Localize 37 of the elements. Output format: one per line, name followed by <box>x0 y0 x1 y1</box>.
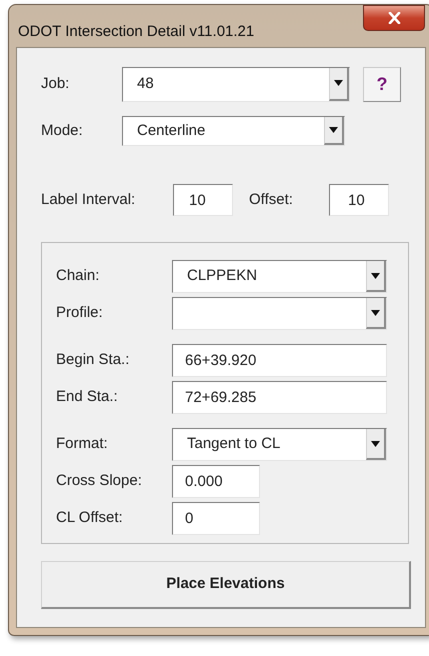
field-label: Profile: <box>56 303 104 324</box>
caret-icon <box>371 310 380 316</box>
field-label: Begin Sta.: <box>56 350 130 370</box>
text-field[interactable]: 0.000 <box>172 465 260 498</box>
field-label: Cross Slope: <box>56 471 143 492</box>
job-label: Job: <box>41 74 70 94</box>
offset-label: Offset: <box>249 190 294 210</box>
close-button[interactable] <box>363 5 425 31</box>
dropdown-button[interactable] <box>366 429 386 460</box>
dropdown-button[interactable] <box>329 68 349 100</box>
dropdown-button[interactable] <box>366 298 386 329</box>
caret-icon <box>329 127 338 133</box>
caret-icon <box>371 440 380 446</box>
close-icon <box>388 12 400 24</box>
dropdown-button[interactable] <box>324 117 344 145</box>
dropdown-field[interactable]: Tangent to CL <box>172 428 387 461</box>
label-interval-field[interactable]: 10 <box>173 184 233 216</box>
text-field[interactable]: 72+69.285 <box>172 381 387 414</box>
place-elevations-button[interactable]: Place Elevations <box>41 561 411 609</box>
field-label: CL Offset: <box>56 508 124 528</box>
field-label: Chain: <box>56 266 100 286</box>
caret-icon <box>371 272 380 278</box>
dropdown-field[interactable] <box>172 297 387 330</box>
dropdown-button[interactable] <box>366 261 386 292</box>
window-title: ODOT Intersection Detail v11.01.21 <box>18 22 254 42</box>
mode-label: Mode: <box>41 120 84 141</box>
text-field[interactable]: 0 <box>172 502 260 535</box>
offset-field[interactable]: 10 <box>329 184 389 216</box>
label-interval-label: Label Interval: <box>41 190 136 210</box>
field-label: End Sta.: <box>56 387 119 408</box>
text-field[interactable]: 66+39.920 <box>172 344 387 377</box>
field-label: Format: <box>56 434 109 454</box>
dropdown-field[interactable]: CLPPEKN <box>172 260 387 293</box>
job-dropdown[interactable]: 48 <box>122 66 350 102</box>
caret-icon <box>334 80 343 86</box>
mode-dropdown[interactable]: Centerline <box>122 116 345 146</box>
help-button[interactable]: ? <box>363 66 401 102</box>
